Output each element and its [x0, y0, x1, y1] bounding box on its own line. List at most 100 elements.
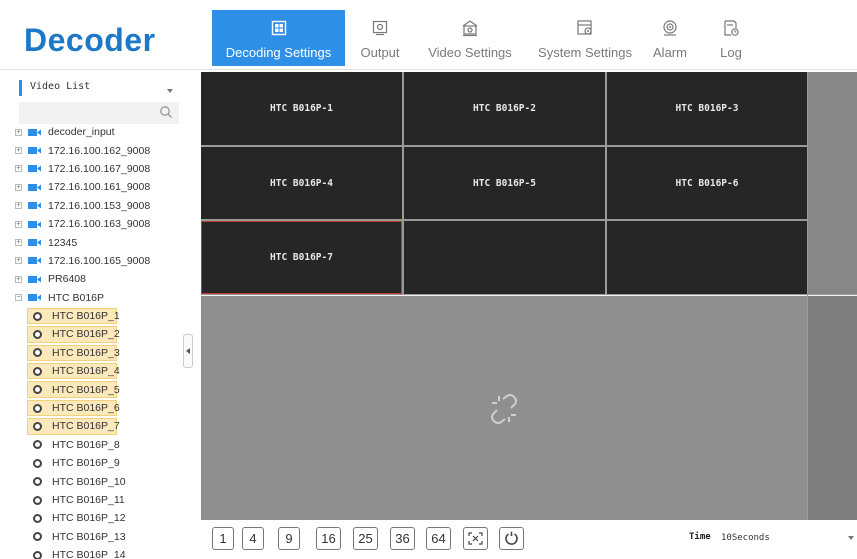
time-label: Time: [689, 532, 711, 542]
chevron-down-icon[interactable]: [167, 89, 173, 93]
layout-16-button[interactable]: 16: [316, 527, 341, 550]
tree-group[interactable]: + PR6408: [9, 270, 183, 288]
tree-channel-label: HTC B016P_2: [52, 328, 120, 341]
tree-channel[interactable]: HTC B016P_3: [9, 344, 183, 362]
layout-9-button[interactable]: 9: [278, 527, 300, 550]
camera-icon: [28, 165, 41, 173]
fullscreen-icon: [468, 532, 483, 545]
video-tile[interactable]: HTC B016P-3: [607, 72, 807, 145]
tree-group-label: 172.16.100.163_9008: [48, 218, 151, 231]
expand-icon[interactable]: +: [15, 165, 22, 173]
video-tile[interactable]: HTC B016P-6: [607, 147, 807, 219]
layout-4-button[interactable]: 4: [242, 527, 264, 550]
expand-icon[interactable]: +: [15, 275, 22, 283]
video-tile[interactable]: HTC B016P-1: [201, 72, 402, 145]
sidebar-collapse-handle[interactable]: [183, 334, 193, 368]
nav-output[interactable]: Output: [345, 10, 415, 66]
camera-icon: [28, 257, 41, 265]
expand-icon[interactable]: +: [15, 257, 22, 265]
camera-icon: [28, 275, 41, 283]
broken-link-icon: [491, 394, 517, 424]
screen-pane[interactable]: [201, 295, 807, 520]
tree-group[interactable]: + 172.16.100.163_9008: [9, 215, 183, 233]
tree-channel-label: HTC B016P_4: [52, 365, 120, 378]
app-logo: Decoder: [24, 22, 156, 58]
channel-icon: [33, 513, 42, 523]
layout-1-button[interactable]: 1: [212, 527, 234, 550]
tree-channel-label: HTC B016P_13: [52, 530, 126, 543]
tree-group[interactable]: + 12345: [9, 233, 183, 251]
tree-channel[interactable]: HTC B016P_1: [9, 307, 183, 325]
tree-channel-label: HTC B016P_12: [52, 512, 126, 525]
tree-channel[interactable]: HTC B016P_9: [9, 454, 183, 472]
tree-channel[interactable]: HTC B016P_4: [9, 362, 183, 380]
video-tile-selected[interactable]: HTC B016P-7: [201, 221, 402, 294]
nav-decoding-settings[interactable]: Decoding Settings: [212, 10, 345, 66]
search-icon[interactable]: [159, 105, 173, 119]
tree-channel[interactable]: HTC B016P_10: [9, 472, 183, 490]
tree-channel-label: HTC B016P_9: [52, 457, 120, 470]
expand-icon[interactable]: +: [15, 239, 22, 247]
channel-icon: [33, 550, 42, 559]
screen-pane[interactable]: [808, 72, 857, 294]
video-tile[interactable]: HTC B016P-4: [201, 147, 402, 219]
tree-channel[interactable]: HTC B016P_6: [9, 399, 183, 417]
expand-icon[interactable]: +: [15, 202, 22, 210]
tree-channel-label: HTC B016P_1: [52, 310, 120, 323]
nav-alarm[interactable]: Alarm: [645, 10, 695, 66]
tree-group[interactable]: + 172.16.100.165_9008: [9, 252, 183, 270]
nav-video-settings[interactable]: Video Settings: [415, 10, 525, 66]
tree-group-expanded[interactable]: − HTC B016P: [9, 289, 183, 307]
refresh-button[interactable]: [499, 527, 524, 550]
video-settings-icon: [461, 19, 479, 37]
channel-icon: [33, 440, 42, 450]
tree-group[interactable]: + 172.16.100.153_9008: [9, 197, 183, 215]
tree-channel-label: HTC B016P_3: [52, 346, 120, 359]
tree-channel[interactable]: HTC B016P_2: [9, 325, 183, 343]
video-tile[interactable]: [607, 221, 807, 294]
system-settings-icon: [576, 19, 594, 37]
tree-group-label: 172.16.100.165_9008: [48, 254, 151, 267]
time-interval-select[interactable]: 10Seconds: [715, 528, 857, 548]
nav-log[interactable]: Log: [695, 10, 767, 66]
tree-group-label: 172.16.100.161_9008: [48, 181, 151, 194]
expand-icon[interactable]: +: [15, 220, 22, 228]
tree-channel[interactable]: HTC B016P_5: [9, 380, 183, 398]
camera-icon: [28, 202, 41, 210]
tree-channel[interactable]: HTC B016P_7: [9, 417, 183, 435]
tree-channel[interactable]: HTC B016P_11: [9, 491, 183, 509]
tree-group[interactable]: + 172.16.100.167_9008: [9, 160, 183, 178]
video-tile[interactable]: HTC B016P-2: [404, 72, 605, 145]
tree-channel[interactable]: HTC B016P_14: [9, 546, 183, 559]
chevron-down-icon: [848, 536, 854, 540]
nav-system-settings[interactable]: System Settings: [525, 10, 645, 66]
header: Decoder Decoding Settings Output Video S…: [0, 0, 857, 70]
expand-icon[interactable]: +: [15, 128, 22, 136]
video-tile[interactable]: [404, 221, 605, 294]
output-icon: [371, 19, 389, 37]
layout-25-button[interactable]: 25: [353, 527, 378, 550]
channel-icon: [33, 403, 42, 413]
collapse-icon[interactable]: −: [15, 294, 22, 302]
tree-group[interactable]: + 172.16.100.162_9008: [9, 141, 183, 159]
tree-channel[interactable]: HTC B016P_8: [9, 436, 183, 454]
layout-64-button[interactable]: 64: [426, 527, 451, 550]
tree-channel-label: HTC B016P_7: [52, 420, 120, 433]
layout-36-button[interactable]: 36: [390, 527, 415, 550]
camera-icon: [28, 128, 41, 136]
expand-icon[interactable]: +: [15, 183, 22, 191]
channel-icon: [33, 532, 42, 542]
fullscreen-button[interactable]: [463, 527, 488, 550]
video-tile[interactable]: HTC B016P-5: [404, 147, 605, 219]
layout-toolbar: 1 4 9 16 25 36 64 Time 10Seconds: [201, 520, 857, 559]
tree-channel[interactable]: HTC B016P_12: [9, 509, 183, 527]
video-wall: HTC B016P-1 HTC B016P-2 HTC B016P-3 HTC …: [201, 72, 857, 520]
tree-group[interactable]: + 172.16.100.161_9008: [9, 178, 183, 196]
tree-channel[interactable]: HTC B016P_13: [9, 528, 183, 546]
time-interval-value: 10Seconds: [721, 533, 770, 543]
tree-group[interactable]: + decoder_input: [9, 123, 183, 141]
tree-channel-label: HTC B016P_5: [52, 383, 120, 396]
expand-icon[interactable]: +: [15, 147, 22, 155]
refresh-icon: [505, 531, 518, 545]
screen-pane[interactable]: [808, 295, 857, 520]
